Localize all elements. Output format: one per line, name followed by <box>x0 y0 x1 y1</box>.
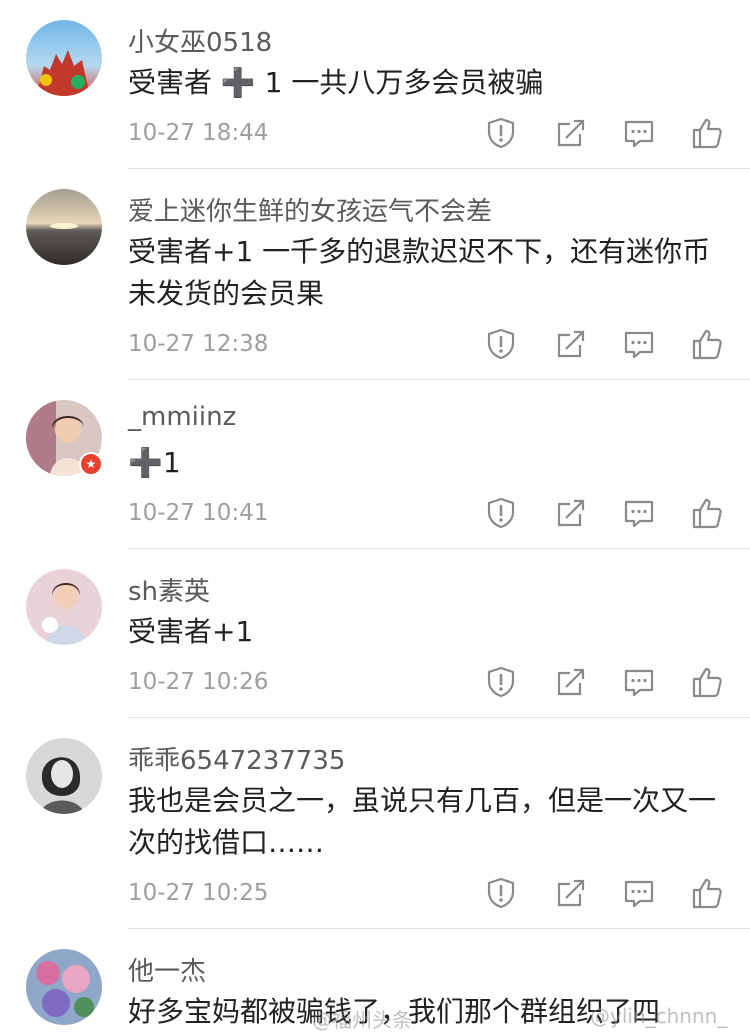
comment-item: 小女巫0518 受害者 ➕ 1 一共八万多会员被骗 10-27 18:44 <box>0 0 750 169</box>
comment-text: 受害者+1 <box>128 615 254 648</box>
report-icon[interactable] <box>484 327 518 361</box>
report-icon[interactable] <box>484 496 518 530</box>
username[interactable]: 乖乖6547237735 <box>128 740 345 777</box>
comment-icon[interactable] <box>622 665 656 699</box>
avatar[interactable] <box>26 738 102 814</box>
report-icon[interactable] <box>484 876 518 910</box>
username[interactable]: 爱上迷你生鲜的女孩运气不会差 <box>128 191 492 228</box>
timestamp: 10-27 18:44 <box>128 120 269 146</box>
comment-text: 受害者+1 一千多的退款迟迟不下，还有迷你币 未发货的会员果 <box>128 235 711 310</box>
username[interactable]: _mmiinz <box>128 402 236 432</box>
comment-actions <box>484 327 734 363</box>
username[interactable]: 小女巫0518 <box>128 22 272 59</box>
comment-actions <box>484 665 734 701</box>
timestamp: 10-27 10:25 <box>128 880 269 906</box>
avatar[interactable] <box>26 189 102 265</box>
comment-icon[interactable] <box>622 327 656 361</box>
username[interactable]: 他一杰 <box>128 951 206 988</box>
thumbs-up-icon[interactable] <box>690 665 724 699</box>
report-icon[interactable] <box>484 665 518 699</box>
comment-text: 我也是会员之一，虽说只有几百，但是一次又一次的找借口…… <box>128 784 717 859</box>
report-icon[interactable] <box>484 116 518 150</box>
thumbs-up-icon[interactable] <box>690 116 724 150</box>
avatar[interactable] <box>26 569 102 645</box>
share-icon[interactable] <box>554 327 588 361</box>
share-icon[interactable] <box>554 116 588 150</box>
comment-actions <box>484 876 734 912</box>
comment-item: 爱上迷你生鲜的女孩运气不会差 受害者+1 一千多的退款迟迟不下，还有迷你币 未发… <box>0 169 750 380</box>
timestamp: 10-27 12:38 <box>128 331 269 357</box>
verified-badge-icon: ★ <box>79 452 103 476</box>
share-icon[interactable] <box>554 876 588 910</box>
share-icon[interactable] <box>554 496 588 530</box>
comment-icon[interactable] <box>622 876 656 910</box>
avatar[interactable] <box>26 949 102 1025</box>
watermark-right: @ylin_chnnn_ <box>590 1004 728 1028</box>
timestamp: 10-27 10:41 <box>128 500 269 526</box>
comment-item: ★ _mmiinz ➕1 10-27 10:41 <box>0 380 750 549</box>
comment-text: ➕1 <box>128 446 181 479</box>
comment-text: 受害者 ➕ 1 一共八万多会员被骗 <box>128 66 544 99</box>
thumbs-up-icon[interactable] <box>690 876 724 910</box>
timestamp: 10-27 10:26 <box>128 669 269 695</box>
comment-actions <box>484 116 734 152</box>
thumbs-up-icon[interactable] <box>690 496 724 530</box>
watermark-left: @福州头条 <box>312 1008 412 1032</box>
username[interactable]: sh素英 <box>128 571 210 608</box>
comment-item: 乖乖6547237735 我也是会员之一，虽说只有几百，但是一次又一次的找借口…… <box>0 718 750 929</box>
comment-item: sh素英 受害者+1 10-27 10:26 <box>0 549 750 718</box>
thumbs-up-icon[interactable] <box>690 327 724 361</box>
avatar[interactable] <box>26 20 102 96</box>
share-icon[interactable] <box>554 665 588 699</box>
comment-actions <box>484 496 734 532</box>
comment-icon[interactable] <box>622 116 656 150</box>
comment-icon[interactable] <box>622 496 656 530</box>
